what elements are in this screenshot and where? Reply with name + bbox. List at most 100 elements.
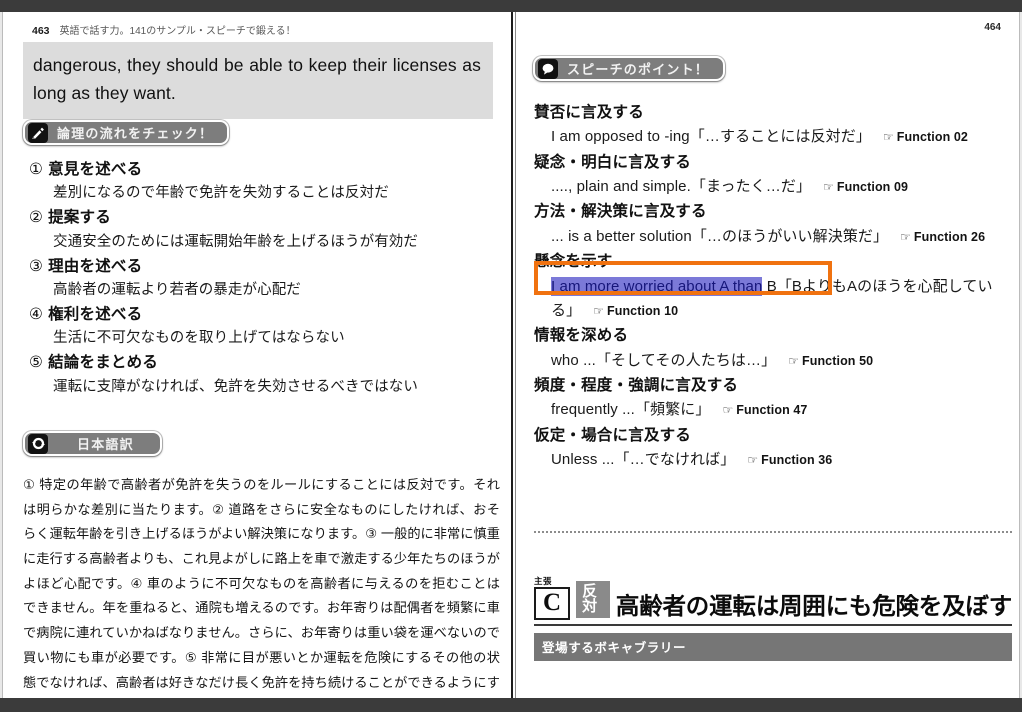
speech-point-badge[interactable]: スピーチのポイント！ [533,56,726,81]
speech-point-expression-tail: B [762,277,777,295]
function-reference-label: Function 10 [606,303,679,318]
claim-letter: C [534,586,571,620]
outline-item: ② 提案する 交通安全のためには運転開始年齢を上げるほうが有効だ [29,206,494,253]
outline-item-title: 意見を述べる [48,161,143,178]
function-reference[interactable]: ☞ Function 47 [722,403,807,417]
outline-item-title: 提案する [48,209,111,227]
window-top-bar [0,0,1022,12]
outline-item-head: ⑤ 結論をまとめる [29,351,494,375]
outline-item-body: 高齢者の運転より若者の暴走が心配だ [53,281,301,298]
speech-point-gloss: 「…することには反対だ」 [689,128,871,146]
claim-kicker: 主張 [534,576,553,586]
outline-item-body: 交通安全のためには運転開始年齢を上げるほうが有効だ [53,233,418,250]
function-reference[interactable]: ☞ Function 09 [823,180,908,194]
function-reference-label: Function 26 [913,229,986,244]
speech-point-item: 情報を深める who ...「そしてその人たちは…」 ☞ Function 50 [534,323,1012,373]
outline-item-head: ① 意見を述べる [29,158,494,182]
page-edge-left [0,12,3,698]
speech-point-item: 賛否に言及する I am opposed to -ing「…することには反対だ」… [534,100,1012,150]
vocabulary-bar: 登場するボキャブラリー [534,632,1012,661]
speech-point-head: 情報を深める [534,327,629,345]
speech-point-head: 仮定・場合に言及する [534,426,692,444]
japanese-translation-badge-label: 日本語訳 [77,437,134,452]
english-passage: dangerous, they should be able to keep t… [23,42,493,119]
outline-item: ① 意見を述べる 差別になるので年齢で免許を失効することは反対だ [29,158,494,205]
speech-point-head: 懸念を示す [534,253,613,271]
speech-point-gloss: 「まったく…だ」 [690,178,812,196]
japanese-translation-badge[interactable]: 日本語訳 [23,431,162,456]
outline-item-number: ① [29,161,44,178]
speech-point-body: frequently ...「頻繁に」 ☞ Function 47 [534,398,1012,422]
function-reference[interactable]: ☞ Function 36 [747,453,832,467]
claim-title: 高齢者の運転は周囲にも危険を及ぼす [615,592,1012,619]
pointing-hand-icon: ☞ [882,130,894,145]
outline-item-number: ⑤ [29,354,44,372]
function-reference[interactable]: ☞ Function 02 [883,130,968,144]
japanese-translation-text: ① 特定の年齢で高齢者が免許を失うのをルールにすることには反対です。それは明らか… [23,477,500,690]
outline-item: ⑤ 結論をまとめる 運転に支障がなければ、免許を失効させるべきではない [29,351,494,398]
selected-text[interactable]: I am more worried about A than [551,276,763,296]
pencil-icon [28,122,48,143]
speech-point-item: 疑念・明白に言及する ...., plain and simple.「まったく…… [534,150,1012,200]
function-reference-label: Function 47 [736,403,808,418]
outline-item-number: ③ [29,257,44,275]
speech-point-gloss: 「頻繁に」 [634,401,711,419]
pointing-hand-icon: ☞ [722,403,734,418]
speech-point-head: 疑念・明白に言及する [534,153,692,171]
speech-point-expression: who ... [551,351,596,369]
speech-point-body: who ...「そしてその人たちは…」 ☞ Function 50 [534,349,1012,373]
speech-point-expression: ...., plain and simple. [551,178,691,196]
speech-point-item: 方法・解決策に言及する ... is a better solution「…のほ… [534,199,1012,249]
check-logic-badge[interactable]: 論理の流れをチェック！ [23,120,230,145]
speech-point-gloss: 「…のほうがいい解決策だ」 [691,227,889,245]
page-spread: 463 英語で話す力。141のサンプル・スピーチで鍛える！ dangerous, … [0,0,1022,712]
outline-item-title: 理由を述べる [48,257,143,275]
function-reference[interactable]: ☞ Function 50 [788,354,873,368]
speech-point-head: 方法・解決策に言及する [534,203,707,221]
outline-item-head: ④ 権利を述べる [29,303,494,327]
claim-underline [534,623,1012,626]
speech-point-expression: I am opposed to -ing [551,128,690,146]
speech-point-body: Unless ...「…でなければ」 ☞ Function 36 [534,448,1012,472]
outline-item: ③ 理由を述べる 高齢者の運転より若者の暴走が心配だ [29,255,494,302]
speech-point-head: 賛否に言及する [534,104,644,121]
book-spine-divider [511,12,516,698]
function-reference-label: Function 36 [761,452,833,467]
speech-point-expression: Unless ... [551,450,615,468]
speech-point-gloss: 「そしてその人たちは…」 [595,351,777,369]
page-number-right: 464 [984,22,1001,33]
pointing-hand-icon: ☞ [823,180,834,195]
logic-outline-list: ① 意見を述べる 差別になるので年齢で免許を失効することは反対だ ② 提案する 交通… [29,158,494,400]
function-reference-label: Function 02 [896,130,968,145]
claim-row: 主張 C 反対 高齢者の運転は周囲にも危険を及ぼす [534,577,1012,620]
speech-point-body[interactable]: I am more worried about A than B「BよりもAのほ… [534,260,1012,324]
function-reference-label: Function 09 [836,180,909,195]
outline-item-number: ④ [29,306,44,324]
running-head-left: 463 英語で話す力。141のサンプル・スピーチで鍛える！ [32,22,296,37]
speech-point-expression: frequently ... [551,401,635,419]
function-reference[interactable]: ☞ Function 26 [900,230,985,244]
outline-item-body: 生活に不可欠なものを取り上げてはならない [53,330,345,347]
claim-section: 主張 C 反対 高齢者の運転は周囲にも危険を及ぼす 登場するボキャブラリー [534,577,1012,661]
outline-item: ④ 権利を述べる 生活に不可欠なものを取り上げてはならない [29,303,494,350]
claim-stance-tag: 反対 [576,580,610,618]
function-reference[interactable]: ☞ Function 10 [593,304,678,318]
refresh-icon [28,433,48,454]
claim-letter-group: 主張 C [534,576,571,620]
speech-point-badge-label: スピーチのポイント！ [567,62,710,77]
speech-points-list: 賛否に言及する I am opposed to -ing「…することには反対だ」… [534,100,1012,472]
pointing-hand-icon: ☞ [900,229,911,244]
pointing-hand-icon: ☞ [593,303,604,318]
speech-point-item: 仮定・場合に言及する Unless ...「…でなければ」 ☞ Function 3… [534,423,1012,473]
outline-item-title: 権利を述べる [48,306,143,324]
speech-point-body: ...., plain and simple.「まったく…だ」 ☞ Function… [534,175,1012,199]
speech-point-head: 頻度・程度・強調に言及する [534,376,739,394]
section-divider [534,531,1012,533]
outline-item-number: ② [29,209,44,227]
outline-item-head: ② 提案する [29,206,494,230]
pointing-hand-icon: ☞ [747,452,759,467]
pointing-hand-icon: ☞ [788,353,799,368]
outline-item-head: ③ 理由を述べる [29,255,494,279]
right-page: 464 スピーチのポイント！ 賛否に言及する I am opposed to -… [517,12,1019,698]
speech-point-body: ... is a better solution「…のほうがいい解決策だ」 ☞ Fu… [534,225,1012,249]
